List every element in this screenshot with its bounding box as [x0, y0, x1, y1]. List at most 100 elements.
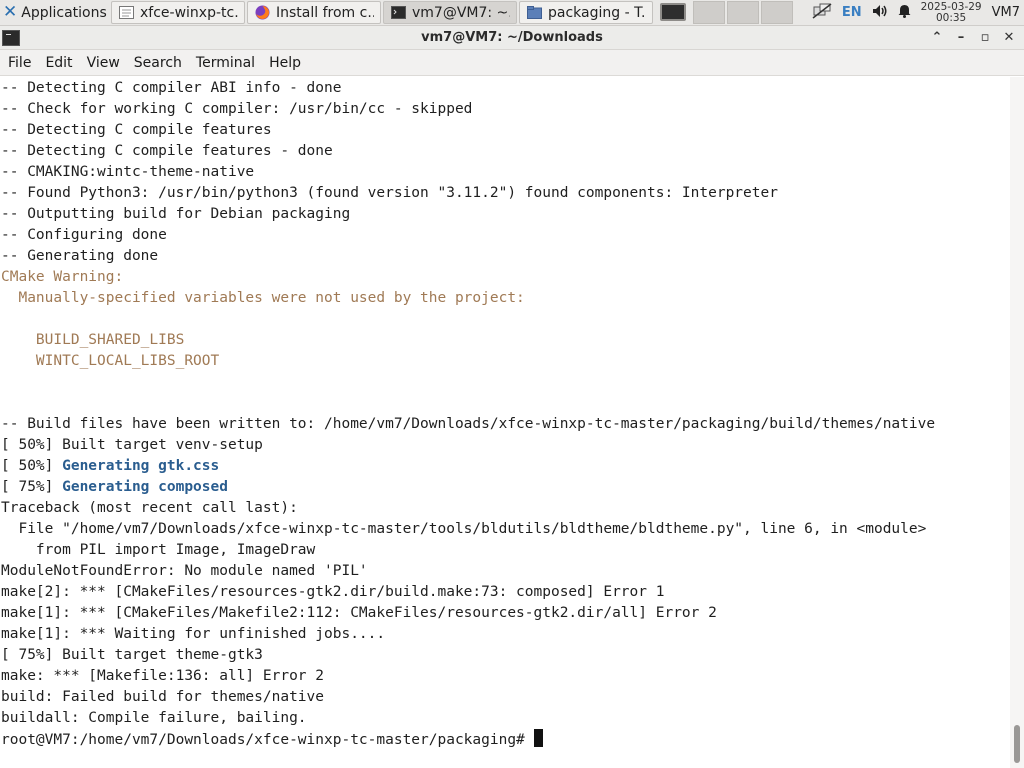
document-icon — [118, 6, 134, 20]
applications-menu-button[interactable]: ✕ Applications — [0, 0, 110, 25]
terminal-line-text: WINTC_LOCAL_LIBS_ROOT — [1, 353, 220, 369]
terminal-line: WINTC_LOCAL_LIBS_ROOT — [1, 351, 1010, 372]
menu-help[interactable]: Help — [262, 55, 308, 71]
window-titlebar[interactable]: vm7@VM7: ~/Downloads ⌃ – ▫ ✕ — [0, 26, 1024, 50]
maximize-icon[interactable]: ▫ — [978, 30, 992, 45]
terminal-prompt-line[interactable]: root@VM7:/home/vm7/Downloads/xfce-winxp-… — [1, 729, 1010, 750]
terminal-line-text: -- Detecting C compile features - done — [1, 143, 333, 159]
terminal-line: Traceback (most recent call last): — [1, 498, 1010, 519]
workspace-slot[interactable] — [693, 1, 725, 24]
terminal-line: buildall: Compile failure, bailing. — [1, 708, 1010, 729]
terminal-line-text: -- Found Python3: /usr/bin/python3 (foun… — [1, 185, 778, 201]
scrollbar-thumb[interactable] — [1014, 725, 1020, 763]
terminal-line-text: -- Outputting build for Debian packaging — [1, 206, 351, 222]
menu-view[interactable]: View — [80, 55, 127, 71]
terminal-icon — [390, 6, 406, 20]
shade-up-icon[interactable]: ⌃ — [930, 30, 944, 45]
terminal-lines: -- Detecting C compiler ABI info - done -… — [0, 77, 1010, 750]
folder-icon — [526, 6, 542, 20]
menu-edit[interactable]: Edit — [38, 55, 79, 71]
terminal-highlight-text: Generating gtk.css — [62, 458, 220, 474]
terminal-line-text: [ 75%] — [1, 479, 63, 495]
terminal-line-text: Traceback (most recent call last): — [1, 500, 298, 516]
system-tray: EN 2025-03-29 00:35 VM7 — [812, 0, 1024, 25]
terminal-line-text: -- Build files have been written to: /ho… — [1, 416, 936, 432]
terminal-line-text: BUILD_SHARED_LIBS — [1, 332, 185, 348]
user-menu[interactable]: VM7 — [992, 5, 1020, 20]
clock[interactable]: 2025-03-29 00:35 — [920, 0, 982, 24]
close-icon[interactable]: ✕ — [1002, 30, 1016, 45]
taskbar-item-firefox[interactable]: Install from c... — [247, 1, 381, 24]
terminal-line-text: make: *** [Makefile:136: all] Error 2 — [1, 668, 325, 684]
terminal-line-text: -- Configuring done — [1, 227, 167, 243]
terminal-line-text: [ 75%] Built target theme-gtk3 — [1, 647, 263, 663]
taskbar-item-label: xfce-winxp-tc... — [140, 4, 238, 21]
workspace-slot[interactable] — [761, 1, 793, 24]
terminal-line: -- Detecting C compile features — [1, 120, 1010, 141]
taskbar-item-editor[interactable]: xfce-winxp-tc... — [111, 1, 245, 24]
terminal-window-icon[interactable] — [2, 29, 20, 46]
terminal-output[interactable]: -- Detecting C compiler ABI info - done -… — [0, 77, 1010, 768]
menu-terminal[interactable]: Terminal — [189, 55, 262, 71]
terminal-line-text: Manually-specified variables were not us… — [1, 290, 525, 306]
terminal-line-text: make[2]: *** [CMakeFiles/resources-gtk2.… — [1, 584, 665, 600]
keyboard-layout-indicator[interactable]: EN — [842, 5, 862, 20]
shell-prompt: root@VM7:/home/vm7/Downloads/xfce-winxp-… — [1, 732, 525, 748]
top-panel: ✕ Applications xfce-winxp-tc... Install … — [0, 0, 1024, 26]
minimize-icon[interactable]: – — [954, 30, 968, 45]
terminal-line-text: buildall: Compile failure, bailing. — [1, 710, 307, 726]
terminal-line-text: from PIL import Image, ImageDraw — [1, 542, 316, 558]
terminal-line: make: *** [Makefile:136: all] Error 2 — [1, 666, 1010, 687]
terminal-line: -- Generating done — [1, 246, 1010, 267]
terminal-line: -- Outputting build for Debian packaging — [1, 204, 1010, 225]
taskbar-item-file-manager[interactable]: packaging - T... — [519, 1, 653, 24]
terminal-line: -- CMAKING:wintc-theme-native — [1, 162, 1010, 183]
terminal-line: BUILD_SHARED_LIBS — [1, 330, 1010, 351]
taskbar-item-label: Install from c... — [276, 4, 374, 21]
taskbar-item-label: vm7@VM7: ~... — [412, 4, 510, 21]
menu-search[interactable]: Search — [127, 55, 189, 71]
terminal-line-text: -- CMAKING:wintc-theme-native — [1, 164, 255, 180]
terminal-line-text: [ 50%] Built target venv-setup — [1, 437, 263, 453]
terminal-line-text: [ 50%] — [1, 458, 63, 474]
terminal-line: CMake Warning: — [1, 267, 1010, 288]
terminal-line: -- Build files have been written to: /ho… — [1, 414, 1010, 435]
clock-date: 2025-03-29 — [920, 0, 982, 13]
workspace-slot[interactable] — [727, 1, 759, 24]
terminal-line: [ 75%] Generating composed — [1, 477, 1010, 498]
terminal-line: -- Detecting C compile features - done — [1, 141, 1010, 162]
terminal-line: File "/home/vm7/Downloads/xfce-winxp-tc-… — [1, 519, 1010, 540]
terminal-line-text: -- Detecting C compiler ABI info - done — [1, 80, 342, 96]
terminal-line: Manually-specified variables were not us… — [1, 288, 1010, 309]
xfce-logo-icon: ✕ — [3, 2, 18, 22]
terminal-line: -- Found Python3: /usr/bin/python3 (foun… — [1, 183, 1010, 204]
window-controls: ⌃ – ▫ ✕ — [930, 30, 1024, 45]
terminal-line-text: -- Detecting C compile features — [1, 122, 272, 138]
notification-bell-icon[interactable] — [898, 4, 911, 22]
taskbar-item-terminal[interactable]: vm7@VM7: ~... — [383, 1, 517, 24]
workspace-terminal-thumbnail[interactable] — [660, 3, 686, 21]
network-icon[interactable] — [812, 2, 832, 23]
terminal-line: build: Failed build for themes/native — [1, 687, 1010, 708]
terminal-line: [ 50%] Generating gtk.css — [1, 456, 1010, 477]
applications-label: Applications — [21, 4, 107, 21]
clock-time: 00:35 — [935, 11, 967, 24]
terminal-line-text: make[1]: *** [CMakeFiles/Makefile2:112: … — [1, 605, 717, 621]
volume-icon[interactable] — [872, 4, 888, 22]
terminal-line-text: File "/home/vm7/Downloads/xfce-winxp-tc-… — [1, 521, 927, 537]
text-cursor — [533, 729, 543, 747]
terminal-line: from PIL import Image, ImageDraw — [1, 540, 1010, 561]
taskbar-item-label: packaging - T... — [548, 4, 646, 21]
menubar: File Edit View Search Terminal Help — [0, 50, 1024, 76]
terminal-scrollbar[interactable] — [1010, 77, 1024, 768]
terminal-line: make[1]: *** Waiting for unfinished jobs… — [1, 624, 1010, 645]
terminal-line-text: -- Check for working C compiler: /usr/bi… — [1, 101, 473, 117]
terminal-line-text: ModuleNotFoundError: No module named 'PI… — [1, 563, 368, 579]
terminal-line: make[1]: *** [CMakeFiles/Makefile2:112: … — [1, 603, 1010, 624]
terminal-highlight-text: Generating composed — [62, 479, 228, 495]
menu-file[interactable]: File — [0, 55, 38, 71]
terminal-line: make[2]: *** [CMakeFiles/resources-gtk2.… — [1, 582, 1010, 603]
terminal-line-text: CMake Warning: — [1, 269, 124, 285]
